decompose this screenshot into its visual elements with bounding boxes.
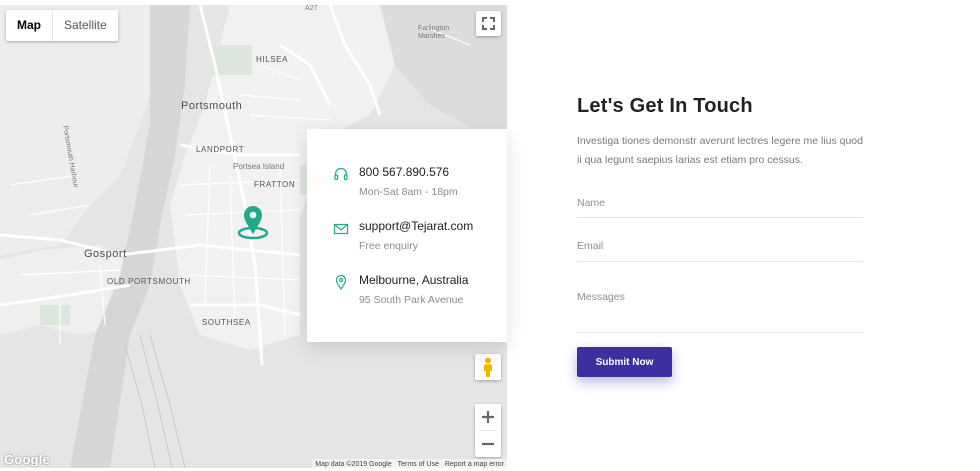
map-label-southsea: SOUTHSEA <box>202 318 251 327</box>
zoom-out-icon <box>482 442 494 446</box>
contact-phone-hours: Mon-Sat 8am - 18pm <box>359 186 458 198</box>
name-placeholder: Name <box>577 197 606 209</box>
contact-info-card: 800 567.890.576 Mon-Sat 8am - 18pm suppo… <box>307 129 507 342</box>
email-placeholder: Email <box>577 240 604 252</box>
fullscreen-button[interactable] <box>476 11 501 36</box>
map-pin-icon[interactable] <box>236 204 270 240</box>
report-map-error-link[interactable]: Report a map error <box>442 459 507 468</box>
map-label-landport: LANDPORT <box>196 145 245 154</box>
zoom-control <box>475 404 501 457</box>
fullscreen-icon <box>482 17 495 30</box>
headphones-icon <box>334 167 348 181</box>
terms-of-use-link[interactable]: Terms of Use <box>395 459 442 468</box>
submit-button[interactable]: Submit Now <box>577 347 672 377</box>
street-view-button[interactable] <box>475 354 501 380</box>
map-type-map-button[interactable]: Map <box>6 10 52 41</box>
map-label-a27: A27 <box>305 5 318 12</box>
location-pin-icon <box>335 274 347 290</box>
map-label-portsmouth: Portsmouth <box>181 100 243 112</box>
pegman-icon <box>484 357 492 377</box>
contact-description: Investiga tiones demonstr averunt lectre… <box>577 135 863 166</box>
map-label-old-portsmouth: OLD PORTSMOUTH <box>107 277 191 286</box>
messages-placeholder: Messages <box>577 291 625 303</box>
map-label-hilsea: HILSEA <box>256 55 289 64</box>
envelope-icon <box>333 223 349 235</box>
google-logo[interactable]: Google <box>4 452 50 467</box>
zoom-out-button[interactable] <box>475 431 501 457</box>
map-type-control: Map Satellite <box>6 10 118 41</box>
messages-field[interactable]: Messages <box>577 291 863 333</box>
contact-address: 95 South Park Avenue <box>359 294 464 306</box>
name-field[interactable]: Name <box>577 197 863 218</box>
contact-phone[interactable]: 800 567.890.576 <box>359 165 449 179</box>
map-label-fratton: FRATTON <box>254 180 296 189</box>
map-label-gosport: Gosport <box>84 248 127 260</box>
contact-location: Melbourne, Australia <box>359 273 469 287</box>
map-attribution: Map data ©2019 Google Terms of Use Repor… <box>312 459 507 468</box>
map-label-portsea-island: Portsea Island <box>233 162 285 171</box>
contact-email[interactable]: support@Tejarat.com <box>359 219 473 233</box>
contact-email-note: Free enquiry <box>359 240 418 252</box>
map-label-farlington-marshes: Farlington Marshes <box>418 25 450 40</box>
contact-title: Let's Get In Touch <box>577 95 753 117</box>
email-field[interactable]: Email <box>577 240 863 262</box>
map-type-satellite-button[interactable]: Satellite <box>53 10 118 41</box>
zoom-in-button[interactable] <box>475 404 501 430</box>
zoom-in-icon <box>482 411 494 423</box>
map-data-credit: Map data ©2019 Google <box>315 461 392 468</box>
